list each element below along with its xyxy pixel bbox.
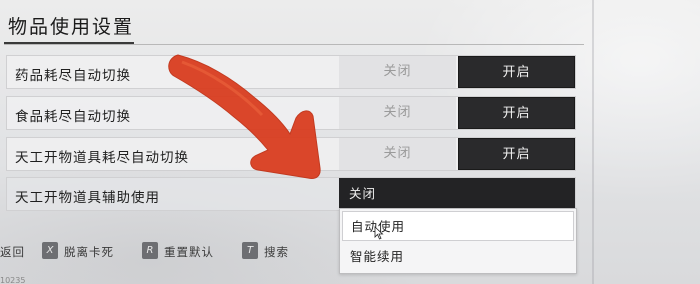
- back-hint[interactable]: 返回: [0, 244, 25, 260]
- title-divider: [4, 44, 584, 45]
- assist-mode-options: 自动使用 智能续用: [339, 208, 577, 274]
- search-hint[interactable]: 搜索: [264, 244, 289, 260]
- assist-mode-dropdown[interactable]: 关闭: [339, 178, 575, 210]
- toggle-off-button[interactable]: 关闭: [339, 56, 456, 88]
- toggle-on-button[interactable]: 开启: [458, 97, 575, 129]
- footer-hotkeys: 返回 X 脱离卡死 R 重置默认 T 搜索: [0, 242, 340, 262]
- corner-watermark: 10235: [0, 276, 26, 284]
- unstuck-hint[interactable]: 脱离卡死: [64, 244, 114, 260]
- panel-edge: [592, 0, 594, 284]
- setting-label: 食品耗尽自动切换: [15, 109, 131, 125]
- page-title: 物品使用设置: [8, 16, 135, 38]
- setting-label: 天工开物道具辅助使用: [15, 190, 160, 206]
- option-smart-continue[interactable]: 智能续用: [342, 242, 574, 272]
- setting-label: 天工开物道具耗尽自动切换: [15, 150, 189, 166]
- toggle-off-button[interactable]: 关闭: [339, 138, 456, 170]
- key-t-icon: T: [242, 242, 258, 259]
- setting-row-tiangong-depleted: 天工开物道具耗尽自动切换 关闭 开启: [6, 137, 576, 171]
- reset-default-hint[interactable]: 重置默认: [164, 244, 214, 260]
- key-x-icon: X: [42, 242, 58, 259]
- setting-label: 药品耗尽自动切换: [15, 68, 131, 84]
- setting-row-medicine: 药品耗尽自动切换 关闭 开启: [6, 55, 576, 89]
- mouse-pointer-icon: [374, 226, 384, 240]
- toggle-off-button[interactable]: 关闭: [339, 97, 456, 129]
- key-r-icon: R: [142, 242, 158, 259]
- toggle-on-button[interactable]: 开启: [458, 56, 575, 88]
- setting-row-food: 食品耗尽自动切换 关闭 开启: [6, 96, 576, 130]
- toggle-on-button[interactable]: 开启: [458, 138, 575, 170]
- setting-row-tiangong-assist: 天工开物道具辅助使用 关闭: [6, 177, 576, 211]
